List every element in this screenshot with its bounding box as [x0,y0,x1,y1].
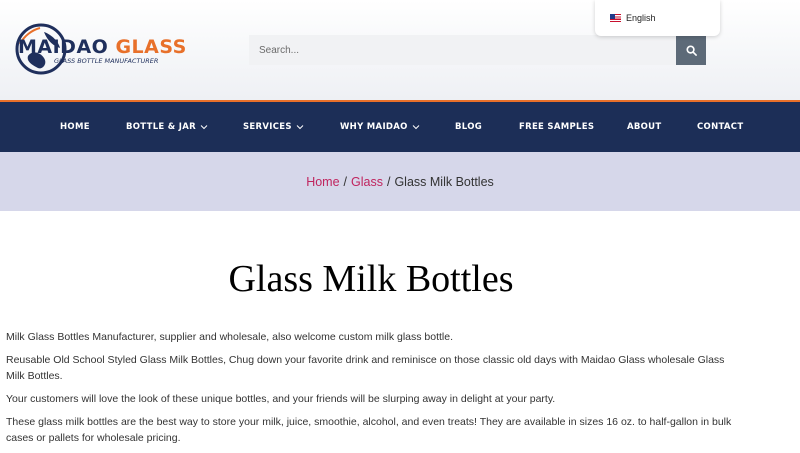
content-paragraph: Milk Glass Bottles Manufacturer, supplie… [6,331,454,343]
nav-item-blog[interactable]: BLOG [455,102,482,152]
breadcrumb-separator: / [386,174,391,189]
page-title: Glass Milk Bottles [228,258,514,300]
language-selector[interactable]: English [595,0,720,36]
search-input[interactable] [249,35,676,65]
nav-item-label: WHY MAIDAO [340,122,408,132]
chevron-down-icon [412,125,420,130]
main-nav: HOME BOTTLE & JAR SERVICES WHY MAIDAO BL… [0,102,800,152]
nav-item-label: BOTTLE & JAR [126,122,196,132]
brand-name-part1: MAIDAO [18,36,109,58]
content-paragraph: Your customers will love the look of the… [6,393,556,405]
nav-item-free-samples[interactable]: FREE SAMPLES [519,102,594,152]
breadcrumb-current: Glass Milk Bottles [394,174,494,189]
search-icon [685,44,697,56]
nav-item-label: SERVICES [243,122,292,132]
site-logo[interactable]: MAIDAO GLASS GLASS BOTTLE MANUFACTURER [14,20,187,80]
nav-item-home[interactable]: HOME [60,102,90,152]
search-form [249,35,706,65]
content-paragraph: Reusable Old School Styled Glass Milk Bo… [6,354,725,382]
nav-item-label: CONTACT [697,122,744,132]
language-label: English [626,13,656,23]
nav-item-label: BLOG [455,122,482,132]
nav-item-bottle-jar[interactable]: BOTTLE & JAR [126,102,208,152]
us-flag-icon [610,14,621,22]
breadcrumb: Home / Glass / Glass Milk Bottles [0,152,800,211]
breadcrumb-separator: / [343,174,348,189]
content-paragraph: These glass milk bottles are the best wa… [6,416,732,444]
nav-item-contact[interactable]: CONTACT [697,102,743,152]
chevron-down-icon [296,125,304,130]
page-content: Milk Glass Bottles Manufacturer, supplie… [6,329,742,453]
nav-item-label: FREE SAMPLES [519,122,595,132]
nav-item-about[interactable]: ABOUT [627,102,661,152]
brand-name: MAIDAO GLASS [18,36,187,58]
breadcrumb-glass-link[interactable]: Glass [351,175,383,189]
search-button[interactable] [676,35,706,65]
nav-item-label: HOME [60,122,90,132]
site-header: MAIDAO GLASS GLASS BOTTLE MANUFACTURER E… [0,0,800,100]
chevron-down-icon [200,125,208,130]
nav-item-why-maidao[interactable]: WHY MAIDAO [340,102,420,152]
nav-item-label: ABOUT [627,122,662,132]
breadcrumb-home-link[interactable]: Home [306,175,339,189]
brand-name-part2: GLASS [115,36,187,58]
brand-tagline: GLASS BOTTLE MANUFACTURER [54,57,159,65]
nav-item-services[interactable]: SERVICES [243,102,304,152]
